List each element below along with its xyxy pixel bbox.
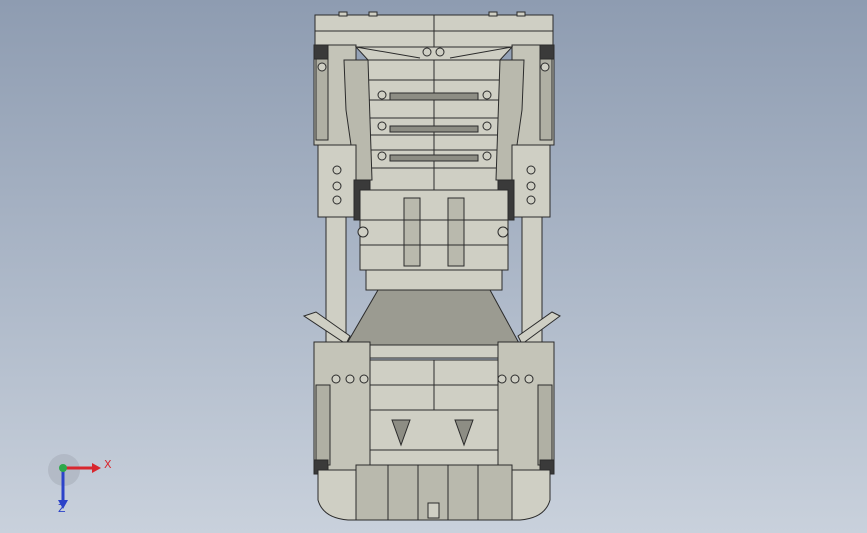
coordinate-triad: X Z	[46, 452, 116, 516]
gear-strip	[389, 92, 479, 101]
cad-model-top-view[interactable]	[0, 0, 867, 533]
front-deck	[354, 46, 514, 61]
graphics-viewport[interactable]: X Z	[0, 0, 867, 533]
rear-hopper	[345, 289, 521, 346]
mid-frame	[359, 189, 509, 271]
z-axis-label: Z	[58, 502, 66, 515]
y-axis-marker	[59, 464, 67, 472]
x-axis-label: X	[104, 458, 112, 471]
